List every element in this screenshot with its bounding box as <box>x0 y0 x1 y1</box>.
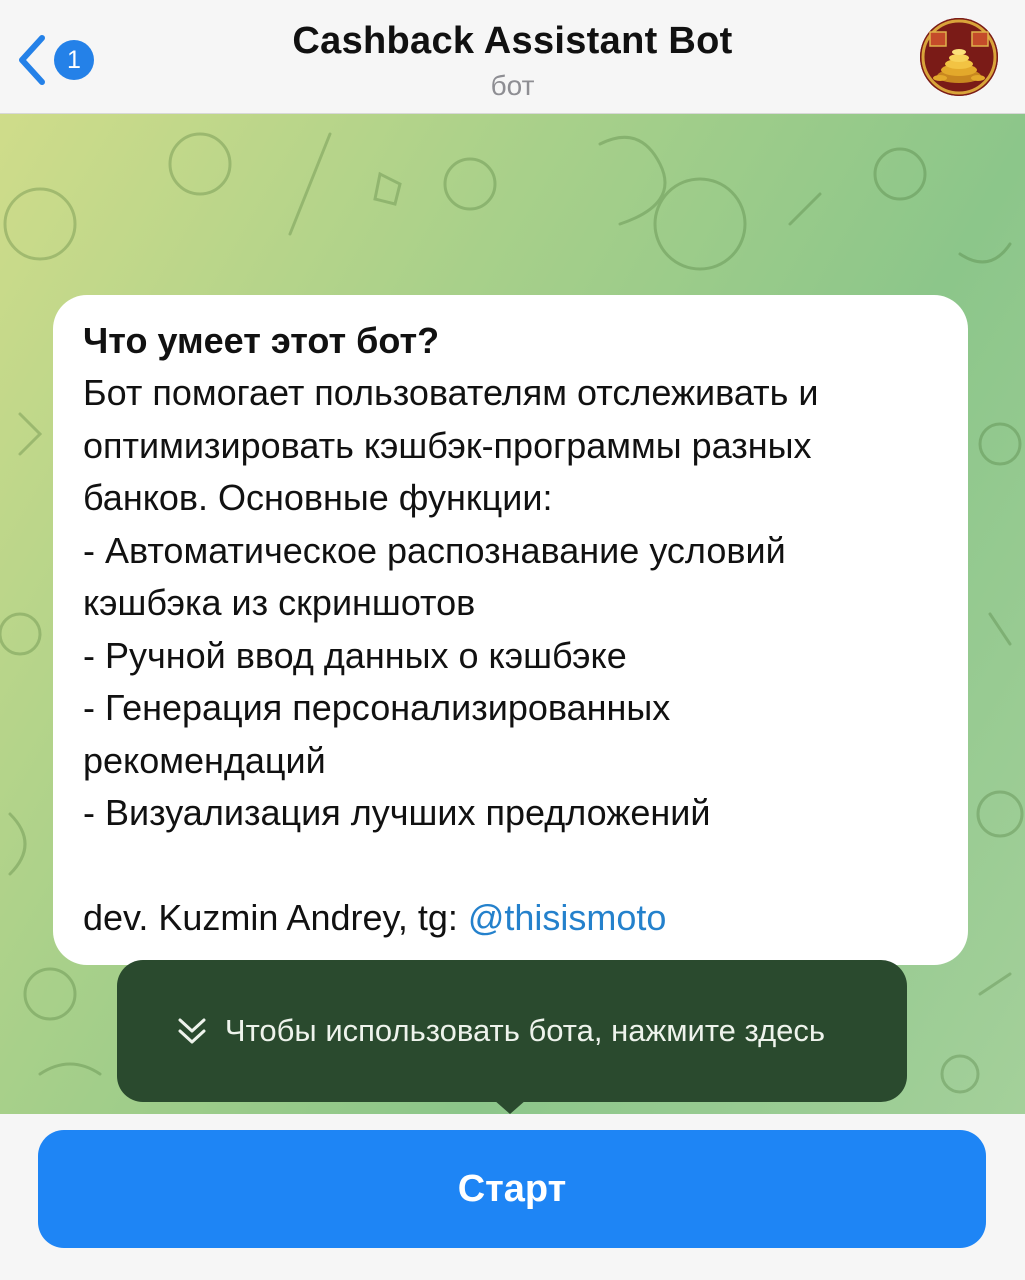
double-chevron-down-icon <box>178 1018 206 1044</box>
tooltip-pointer <box>494 1100 526 1114</box>
start-hint-text: Чтобы использовать бота, нажмите здесь <box>224 1013 826 1048</box>
bot-description-bubble: Что умеет этот бот? Бот помогает пользов… <box>53 295 968 965</box>
developer-text: dev. Kuzmin Andrey, tg: <box>83 896 468 938</box>
bot-description-body: Бот помогает пользователям отслеживать и… <box>83 372 819 833</box>
bottom-bar: Старт <box>0 1114 1025 1280</box>
bot-developer-line: dev. Kuzmin Andrey, tg: @thisismoto <box>83 892 938 944</box>
start-button[interactable]: Старт <box>38 1130 986 1248</box>
chat-header: 1 Cashback Assistant Bot бот <box>0 0 1025 114</box>
chat-title[interactable]: Cashback Assistant Bot <box>0 20 1025 63</box>
coins-avatar-icon <box>920 18 998 96</box>
chat-area: Что умеет этот бот? Бот помогает пользов… <box>0 114 1025 1114</box>
chat-subtitle: бот <box>490 70 535 101</box>
developer-telegram-link[interactable]: @thisismoto <box>468 897 667 938</box>
bot-description-title: Что умеет этот бот? <box>83 320 440 361</box>
bot-avatar[interactable] <box>920 18 998 96</box>
start-hint-tooltip[interactable]: Чтобы использовать бота, нажмите здесь <box>117 960 907 1102</box>
